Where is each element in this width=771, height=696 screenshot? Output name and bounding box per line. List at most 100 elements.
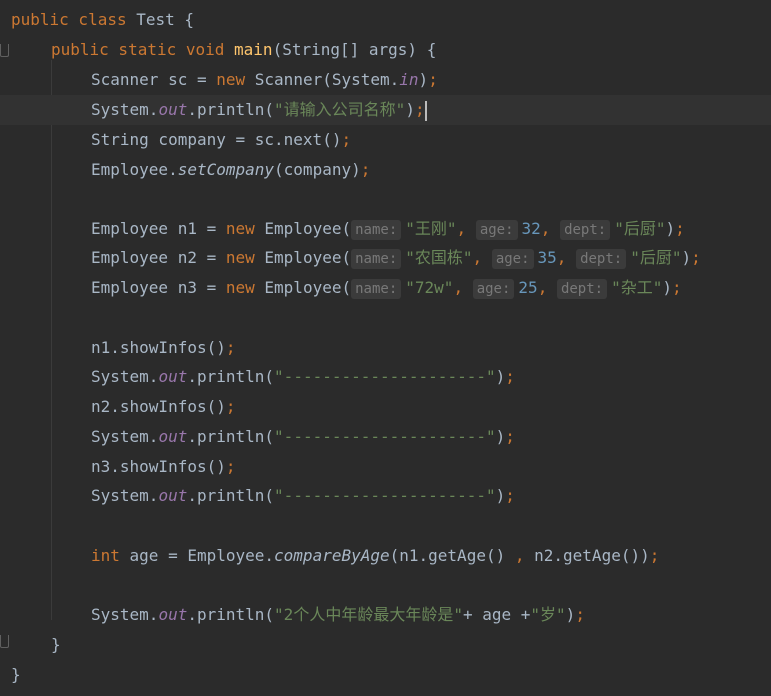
string-literal: "后厨" <box>630 248 682 267</box>
code-line[interactable]: } <box>0 660 771 690</box>
code-line[interactable]: Scanner sc = new Scanner(System.in); <box>0 65 771 95</box>
string-literal: "后厨" <box>614 219 666 238</box>
code-line[interactable]: } <box>0 630 771 660</box>
semicolon: ; <box>225 397 236 416</box>
brace: { <box>184 10 195 29</box>
keyword: public static void <box>51 40 225 59</box>
semicolon: ; <box>649 546 660 565</box>
code-line[interactable]: String company = sc.next(); <box>0 125 771 155</box>
code-text: n1.showInfos() <box>91 338 226 357</box>
semicolon: ; <box>225 338 236 357</box>
semicolon: ; <box>428 70 438 89</box>
comma: , <box>537 278 557 297</box>
param-hint: age: <box>475 220 518 240</box>
class-name: Test <box>136 10 175 29</box>
field: out <box>158 486 188 505</box>
comma: , <box>453 278 473 297</box>
string-literal: "72w" <box>405 278 454 297</box>
code-text: .println( <box>187 605 275 624</box>
code-text: Employee. <box>91 160 178 179</box>
code-text: ) <box>495 427 506 446</box>
keyword: new <box>216 70 246 89</box>
code-text: age = Employee. <box>119 546 275 565</box>
code-text: n2.showInfos() <box>91 397 226 416</box>
semicolon: ; <box>672 278 682 297</box>
code-line[interactable]: int age = Employee.compareByAge(n1.getAg… <box>0 541 771 571</box>
comma: , <box>472 248 492 267</box>
semicolon: ; <box>505 367 515 386</box>
string-literal: "王刚" <box>405 219 457 238</box>
code-text: ) <box>405 100 415 119</box>
code-text: Employee( <box>264 219 352 238</box>
code-text: n3.showInfos() <box>91 457 226 476</box>
code-text: Employee n2 = <box>91 248 226 267</box>
number-literal: 25 <box>518 278 538 297</box>
string-literal: "岁" <box>530 605 566 624</box>
string-literal: "2个人中年龄最大年龄是" <box>274 605 463 624</box>
semicolon: ; <box>225 457 236 476</box>
code-line[interactable]: public class Test { <box>0 5 771 35</box>
code-line[interactable]: Employee n2 = new Employee(name: "农国栋", a… <box>0 243 771 273</box>
code-editor[interactable]: public class Test { public static void m… <box>0 0 771 696</box>
string-literal: "请输入公司名称" <box>274 100 406 119</box>
string-literal: "---------------------" <box>274 427 496 446</box>
string-literal: "农国栋" <box>405 248 473 267</box>
param-hint: name: <box>351 220 402 240</box>
param-hint: dept: <box>556 279 608 299</box>
code-text: (company) <box>274 160 361 179</box>
code-text: System. <box>91 427 159 446</box>
code-text: System. <box>91 605 159 624</box>
param-hint: age: <box>491 249 534 269</box>
comma: , <box>556 248 577 267</box>
code-line[interactable]: public static void main(String[] args) { <box>0 35 771 65</box>
keyword: new <box>225 219 255 238</box>
keyword: int <box>91 546 120 565</box>
brace: } <box>51 635 61 654</box>
code-line[interactable]: n2.showInfos(); <box>0 392 771 422</box>
code-text: ) <box>665 219 676 238</box>
semicolon: ; <box>360 160 371 179</box>
code-text: Employee( <box>264 248 352 267</box>
field: out <box>158 367 188 386</box>
static-method: setCompany <box>177 160 275 179</box>
field: out <box>158 100 188 119</box>
brace: { <box>426 40 437 59</box>
code-text: ) <box>681 248 692 267</box>
code-text: System. <box>91 100 159 119</box>
semicolon: ; <box>575 605 585 624</box>
static-method: compareByAge <box>274 546 390 565</box>
code-line[interactable]: System.out.println("--------------------… <box>0 481 771 511</box>
code-text: + age + <box>462 605 531 624</box>
code-line[interactable]: Employee.setCompany(company); <box>0 155 771 185</box>
code-line[interactable]: System.out.println("--------------------… <box>0 362 771 392</box>
code-text: .println( <box>187 100 275 119</box>
keyword: new <box>225 248 255 267</box>
number-literal: 32 <box>521 219 541 238</box>
code-text: ) <box>495 367 506 386</box>
string-literal: "---------------------" <box>274 486 496 505</box>
code-line[interactable]: System.out.println("--------------------… <box>0 422 771 452</box>
code-line[interactable]: n3.showInfos(); <box>0 452 771 482</box>
code-text: System. <box>91 367 159 386</box>
code-text: Scanner sc = <box>91 70 217 89</box>
code-text: Employee n3 = <box>91 278 226 297</box>
code-text: .println( <box>187 367 275 386</box>
semicolon: ; <box>505 427 515 446</box>
code-line-current[interactable]: System.out.println("请输入公司名称"); <box>0 95 771 125</box>
code-line[interactable]: Employee n1 = new Employee(name: "王刚", ag… <box>0 214 771 244</box>
semicolon: ; <box>341 130 352 149</box>
field: out <box>158 605 188 624</box>
comma: , <box>514 546 525 565</box>
semicolon: ; <box>675 219 685 238</box>
param-hint: dept: <box>576 249 627 269</box>
param-hint: name: <box>351 279 402 299</box>
comma: , <box>456 219 476 238</box>
param-hint: age: <box>472 279 515 299</box>
text-caret <box>424 100 427 121</box>
code-line[interactable]: n1.showInfos(); <box>0 333 771 363</box>
string-literal: "杂工" <box>611 278 663 297</box>
semicolon: ; <box>691 248 701 267</box>
code-line[interactable]: System.out.println("2个人中年龄最大年龄是"+ age +"… <box>0 600 771 630</box>
code-text: ) <box>565 605 576 624</box>
code-line[interactable]: Employee n3 = new Employee(name: "72w", a… <box>0 273 771 303</box>
